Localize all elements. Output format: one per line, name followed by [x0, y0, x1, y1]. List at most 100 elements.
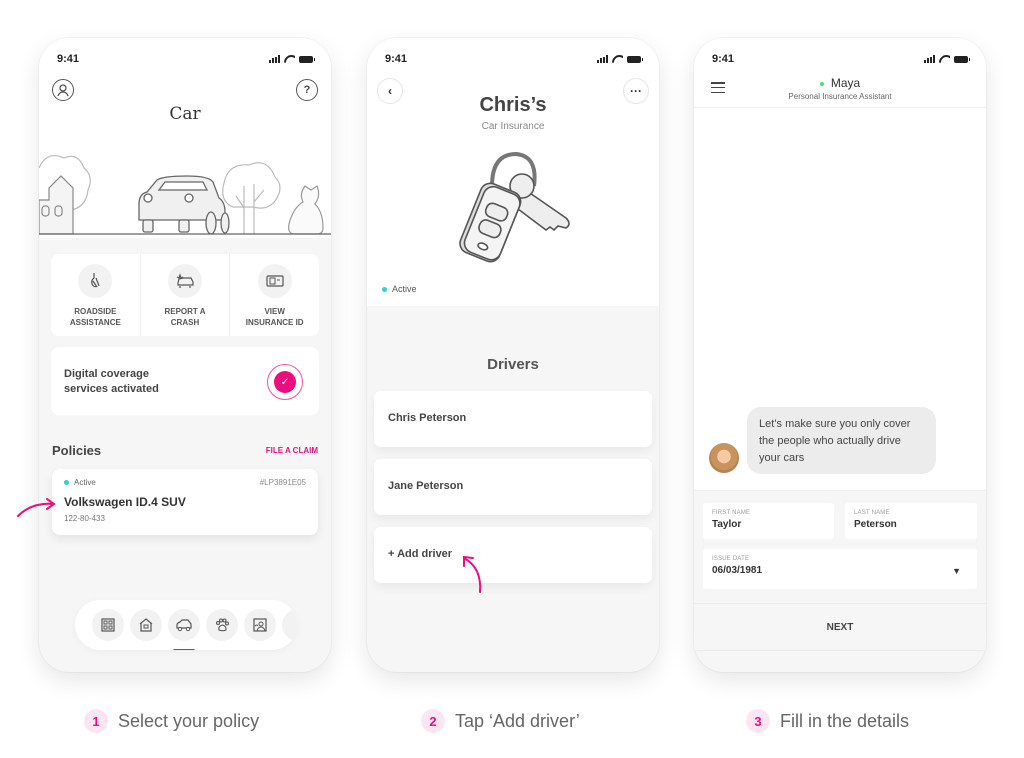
- field-label: LAST NAME: [854, 510, 890, 516]
- step-text: Fill in the details: [780, 710, 910, 731]
- car-scene-illustration: [39, 155, 331, 235]
- policy-plate: 122-80-433: [64, 514, 105, 523]
- first-name-field[interactable]: FIRST NAME Taylor: [703, 503, 834, 539]
- assistant-name: Maya: [694, 76, 986, 90]
- driver-name: Jane Peterson: [388, 480, 464, 492]
- assistant-role: Personal Insurance Assistant: [788, 92, 892, 101]
- check-icon: ✓: [274, 371, 296, 393]
- coverage-text: services activated: [64, 383, 159, 395]
- car-keys-illustration: [459, 151, 570, 263]
- pointer-arrow-icon: [17, 498, 56, 517]
- step-number-badge: 2: [421, 709, 445, 733]
- policy-title: Chris’s: [479, 94, 547, 116]
- nav-building[interactable]: [92, 609, 124, 641]
- car-icon: [176, 619, 192, 632]
- battery-icon: [954, 55, 970, 63]
- policy-status: Active: [382, 284, 417, 294]
- question-bubble-icon: ?: [303, 84, 311, 96]
- step-text: Select your policy: [118, 710, 260, 731]
- digital-coverage-card[interactable]: Digital coverage services activated ✓: [51, 347, 319, 415]
- action-label: CRASH: [170, 318, 200, 327]
- quick-actions: ROADSIDE ASSISTANCE REPORT A CRASH VIEW INS…: [51, 254, 319, 336]
- action-label: INSURANCE ID: [245, 318, 304, 327]
- step-caption: 2 Tap ‘Add driver’: [421, 709, 580, 733]
- help-button[interactable]: ?: [296, 79, 318, 101]
- signal-icon: [597, 55, 608, 63]
- building-icon: [101, 618, 115, 632]
- driver-name: Chris Peterson: [388, 412, 467, 424]
- step-caption: 3 Fill in the details: [746, 709, 909, 733]
- file-claim-link[interactable]: FILE A CLAIM: [266, 446, 318, 455]
- wifi-icon: [612, 55, 623, 63]
- online-dot-icon: [819, 81, 824, 86]
- policy-card[interactable]: Active #LP3891E05 Volkswagen ID.4 SUV 12…: [52, 469, 318, 535]
- field-label: FIRST NAME: [712, 510, 751, 516]
- coverage-text: Digital coverage: [64, 368, 149, 380]
- status-bar: 9:41: [712, 52, 970, 66]
- field-value: Peterson: [854, 519, 897, 530]
- step-caption: 1 Select your policy: [84, 709, 259, 733]
- step-number-badge: 3: [746, 709, 770, 733]
- step-number-badge: 1: [84, 709, 108, 733]
- status-time: 9:41: [57, 53, 80, 65]
- field-value: 06/03/1981: [712, 565, 763, 576]
- field-label: ISSUE DATE: [712, 556, 750, 562]
- wifi-icon: [284, 55, 295, 63]
- nav-pet[interactable]: [206, 609, 238, 641]
- last-name-field[interactable]: LAST NAME Peterson: [845, 503, 977, 539]
- category-nav-bar: [75, 600, 297, 650]
- report-crash-button[interactable]: REPORT A CRASH: [141, 254, 231, 336]
- action-label: REPORT A: [164, 307, 206, 316]
- nav-car[interactable]: [168, 609, 200, 650]
- drivers-heading: Drivers: [487, 356, 539, 373]
- user-circle-icon: [57, 84, 69, 97]
- step-text: Tap ‘Add driver’: [455, 710, 580, 731]
- id-card-icon: [266, 275, 284, 287]
- status-bar: 9:41: [385, 52, 643, 66]
- assistant-avatar: [709, 443, 739, 473]
- active-dot-icon: [64, 480, 69, 486]
- signal-icon: [924, 55, 935, 63]
- phone-screen-car-policies: 9:41 ? Car ROADSIDE ASSISTANCE REPORT A …: [39, 38, 331, 672]
- driver-row[interactable]: Jane Peterson: [374, 459, 652, 515]
- phone-screen-policy-detail: 9:41 ‹ ··· Chris’s Car Insurance Active …: [367, 38, 659, 672]
- signal-icon: [269, 55, 280, 63]
- nav-life[interactable]: [244, 609, 276, 641]
- coverage-status-badge: ✓: [267, 364, 303, 400]
- issue-date-select[interactable]: ISSUE DATE 06/03/1981 ▼: [703, 549, 977, 589]
- driver-row[interactable]: Chris Peterson: [374, 391, 652, 447]
- profile-button[interactable]: [52, 79, 74, 101]
- action-label: ASSISTANCE: [69, 318, 121, 327]
- status-time: 9:41: [712, 53, 735, 65]
- action-label: VIEW: [264, 307, 285, 316]
- policy-subtitle: Car Insurance: [481, 121, 545, 132]
- policy-status: Active: [64, 478, 96, 487]
- policy-number: #LP3891E05: [259, 478, 306, 487]
- driver-form: FIRST NAME Taylor LAST NAME Peterson ISS…: [694, 490, 986, 672]
- action-label: ROADSIDE: [74, 307, 117, 316]
- phone-screen-assistant-chat: 9:41 Maya Personal Insurance Assistant L…: [694, 38, 986, 672]
- caret-down-icon: ▼: [952, 566, 961, 576]
- nav-home[interactable]: [130, 609, 162, 641]
- active-dot-icon: [382, 287, 387, 293]
- pointer-arrow-icon: [463, 555, 482, 593]
- status-time: 9:41: [385, 53, 408, 65]
- view-insurance-id-button[interactable]: VIEW INSURANCE ID: [230, 254, 319, 336]
- wifi-icon: [939, 55, 950, 63]
- status-bar: 9:41: [57, 52, 315, 66]
- tow-hook-icon: [91, 273, 100, 288]
- portrait-icon: [253, 618, 267, 632]
- paw-icon: [215, 618, 230, 632]
- next-button[interactable]: NEXT: [694, 603, 986, 651]
- field-value: Taylor: [712, 519, 742, 530]
- battery-icon: [627, 55, 643, 63]
- battery-icon: [299, 55, 315, 63]
- roadside-assistance-button[interactable]: ROADSIDE ASSISTANCE: [51, 254, 141, 336]
- page-title: Car: [169, 104, 201, 124]
- nav-more[interactable]: [282, 609, 297, 641]
- add-driver-button[interactable]: + Add driver: [374, 527, 652, 583]
- add-driver-label: + Add driver: [388, 548, 453, 560]
- chat-message: Let’s make sure you only cover the peopl…: [747, 407, 936, 474]
- home-icon: [139, 618, 153, 632]
- policy-vehicle-name: Volkswagen ID.4 SUV: [64, 495, 186, 509]
